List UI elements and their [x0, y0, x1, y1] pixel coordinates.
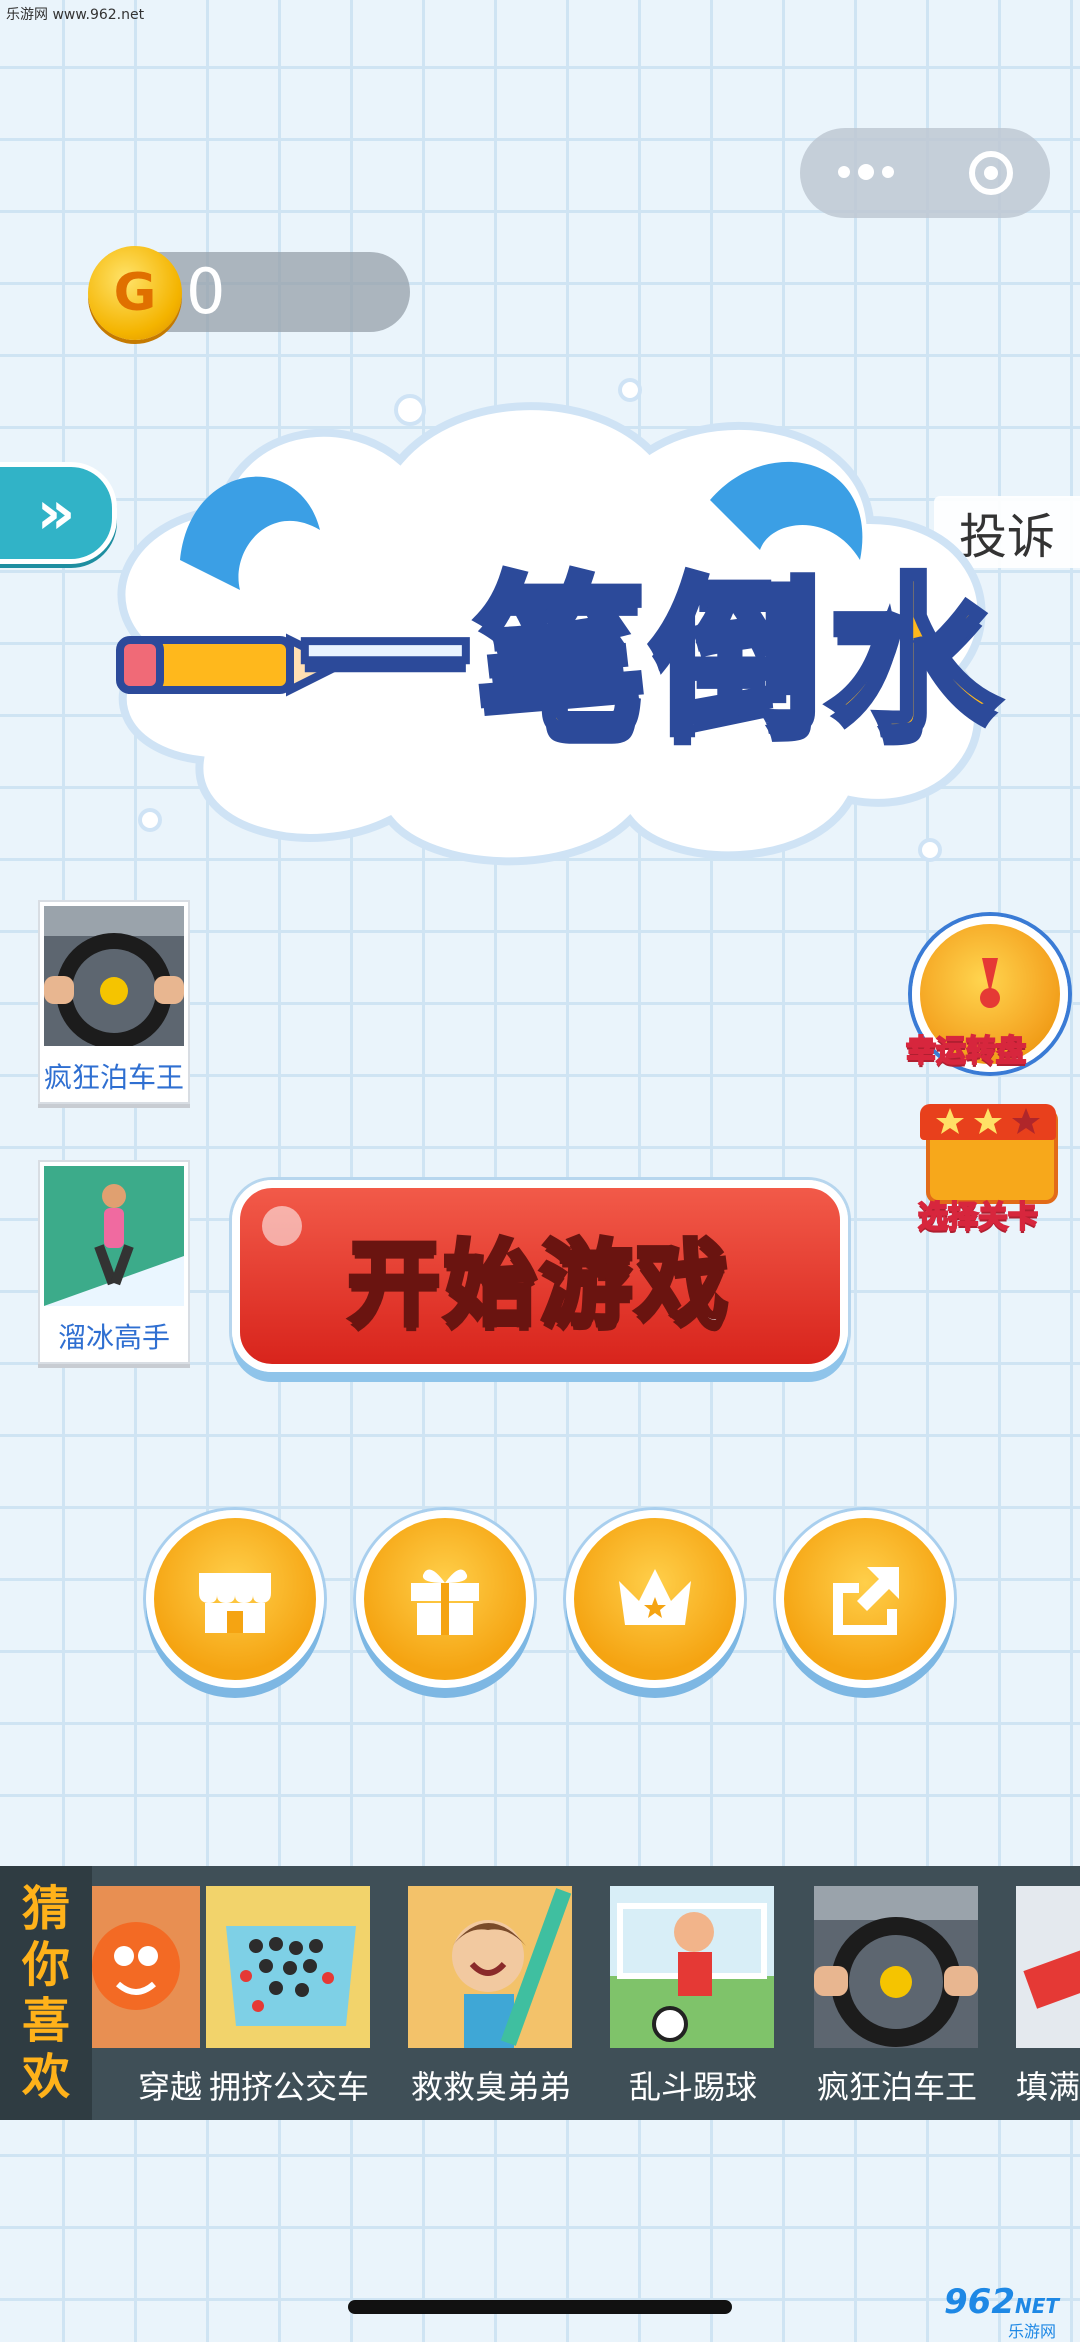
gift-icon: [411, 1569, 479, 1635]
ad-tile-label: 溜冰高手: [57, 1321, 170, 1354]
recommend-item[interactable]: 疯狂泊车王: [814, 1886, 980, 2108]
share-icon: [833, 1567, 899, 1635]
recommend-item[interactable]: 乱斗踢球: [610, 1886, 776, 2108]
gift-button[interactable]: [356, 1510, 534, 1688]
start-game-button[interactable]: 开始游戏: [232, 1180, 848, 1372]
site-logo-watermark: 962NET: [944, 2282, 1060, 2322]
recommend-label: 疯狂泊车王: [816, 2068, 977, 2106]
recommend-item[interactable]: 填满: [1016, 1886, 1080, 2108]
recommend-label: 填满: [1016, 2068, 1080, 2106]
coin-count: 0: [186, 255, 226, 328]
shop-icon: [199, 1573, 271, 1633]
skater-thumb: [44, 1166, 184, 1306]
site-watermark: 乐游网 www.962.net: [6, 7, 145, 23]
ad-tile-label: 疯狂泊车王: [43, 1061, 184, 1094]
game-thumb: [206, 1886, 370, 2048]
recommend-item[interactable]: 救救臭弟弟: [408, 1886, 574, 2108]
site-logo-sub: 乐游网: [1008, 2322, 1057, 2341]
coin-icon: G: [88, 246, 182, 340]
recommend-label: 救救臭弟弟: [410, 2068, 571, 2106]
recommend-label: 乱斗踢球: [628, 2068, 757, 2106]
crown-icon: [619, 1569, 691, 1625]
button-shine: [262, 1206, 302, 1246]
star-chest-icon: [920, 1104, 1056, 1140]
select-level-label: 选择关卡: [917, 1199, 1039, 1236]
start-game-label: 开始游戏: [345, 1228, 732, 1340]
game-thumb: [1016, 1886, 1080, 2048]
game-thumb: [408, 1886, 572, 2048]
rank-button[interactable]: [566, 1510, 744, 1688]
game-thumb: [610, 1886, 774, 2048]
recommend-item[interactable]: 拥挤公交车: [206, 1886, 372, 2108]
target-close-icon[interactable]: [968, 151, 1013, 195]
steering-wheel-thumb: [44, 906, 184, 1049]
lucky-wheel-label: 幸运转盘: [905, 1033, 1027, 1070]
game-thumb: [814, 1886, 978, 2048]
recommend-title: 猜 你 喜 欢: [0, 1866, 92, 2120]
shop-button[interactable]: [146, 1510, 324, 1688]
home-indicator[interactable]: [348, 2300, 732, 2314]
ad-tile-parking[interactable]: 疯狂泊车王: [38, 900, 190, 1104]
more-dots-icon[interactable]: [837, 164, 894, 180]
share-button[interactable]: [776, 1510, 954, 1688]
ad-tile-skater[interactable]: 溜冰高手: [38, 1160, 190, 1364]
miniprogram-capsule: [800, 128, 1050, 218]
game-title: 一笔倒水: [296, 556, 1005, 762]
recommend-label: 拥挤公交车: [208, 2068, 369, 2106]
